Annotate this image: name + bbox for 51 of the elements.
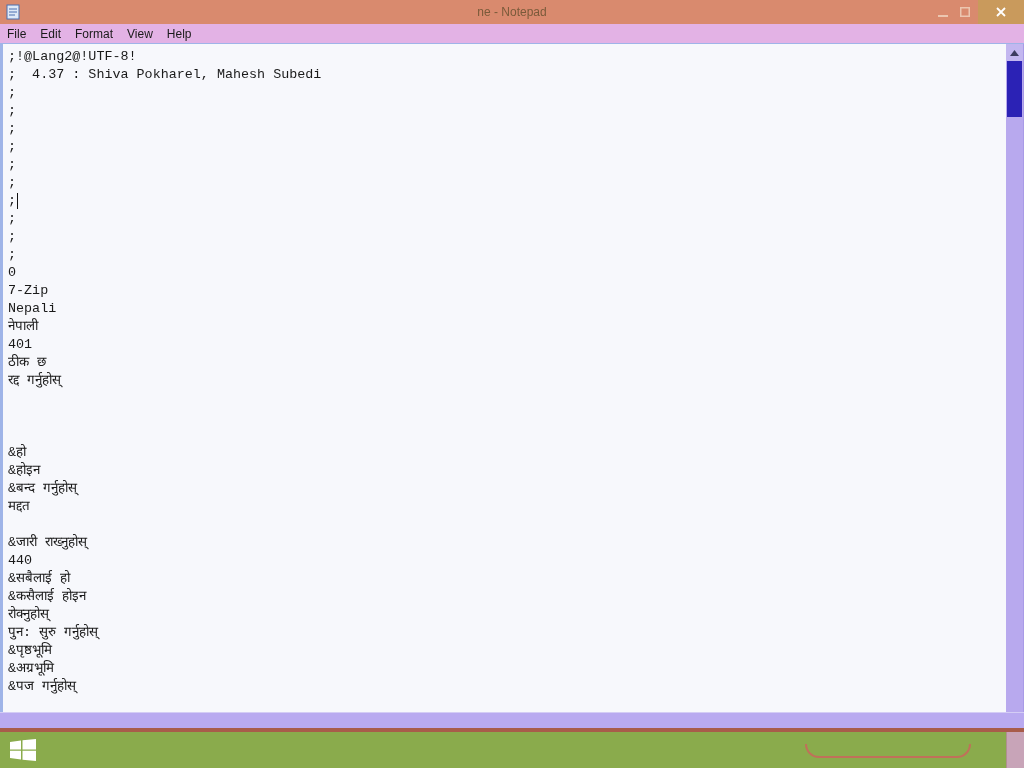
menu-item[interactable]: Edit bbox=[33, 24, 69, 43]
window-title: ne - Notepad bbox=[477, 5, 547, 19]
text-line: &बन्द गर्नुहोस् bbox=[8, 480, 78, 498]
maximize-icon bbox=[960, 7, 970, 17]
text-line: ; bbox=[8, 84, 17, 102]
text-line: मद्दत bbox=[8, 498, 30, 516]
text-line: ; bbox=[8, 156, 17, 174]
notification-area[interactable] bbox=[805, 744, 971, 758]
text-line: ; bbox=[8, 120, 17, 138]
close-button[interactable] bbox=[978, 0, 1024, 24]
scrollbar-thumb[interactable] bbox=[1007, 61, 1022, 117]
windows-logo-icon bbox=[10, 739, 36, 761]
text-line: ;!@Lang2@!UTF-8! bbox=[8, 48, 137, 66]
text-line: ; bbox=[8, 138, 17, 156]
text-line: ; 4.37 : Shiva Pokharel, Mahesh Subedi bbox=[8, 66, 322, 84]
text-line: ; bbox=[8, 228, 17, 246]
scroll-up-button[interactable] bbox=[1006, 44, 1023, 61]
horizontal-scrollbar[interactable] bbox=[0, 712, 1024, 728]
close-icon bbox=[996, 7, 1006, 17]
vertical-scrollbar[interactable] bbox=[1006, 44, 1024, 712]
text-line: रद्द गर्नुहोस् bbox=[8, 372, 62, 390]
text-line: ठीक छ bbox=[8, 354, 47, 372]
text-line: &पज गर्नुहोस् bbox=[8, 678, 77, 696]
menu-item[interactable]: Help bbox=[159, 24, 199, 43]
text-line: 401 bbox=[8, 336, 33, 354]
text-line: &पृष्ठभूमि bbox=[8, 642, 53, 660]
text-line: Nepali bbox=[8, 300, 57, 318]
menu-item[interactable]: Format bbox=[68, 24, 121, 43]
minimize-icon bbox=[938, 15, 948, 17]
text-line: &सबैलाई हो bbox=[8, 570, 71, 588]
text-line: &हो bbox=[8, 444, 27, 462]
text-line: ; bbox=[8, 174, 17, 192]
text-line: &होइन bbox=[8, 462, 41, 480]
text-line: ; bbox=[8, 102, 17, 120]
up-arrow-icon bbox=[1010, 49, 1019, 56]
text-line: 7-Zip bbox=[8, 282, 49, 300]
text-line: रोक्नुहोस् bbox=[8, 606, 49, 624]
text-line: 440 bbox=[8, 552, 33, 570]
text-line: ; bbox=[8, 210, 17, 228]
text-line: &जारी राख्नुहोस् bbox=[8, 534, 88, 552]
text-line: नेपाली bbox=[8, 318, 38, 336]
menu-item[interactable]: File bbox=[0, 24, 34, 43]
text-line: 0 bbox=[8, 264, 17, 282]
text-line: &कसैलाई होइन bbox=[8, 588, 87, 606]
notepad-icon bbox=[5, 4, 21, 20]
show-desktop-button[interactable] bbox=[1006, 732, 1024, 768]
text-line: &अग्रभूमि bbox=[8, 660, 55, 678]
text-line: ; bbox=[8, 246, 17, 264]
menu-item[interactable]: View bbox=[120, 24, 160, 43]
text-line: ; bbox=[8, 192, 17, 210]
text-line: पुन: सुरु गर्नुहोस् bbox=[8, 624, 99, 642]
